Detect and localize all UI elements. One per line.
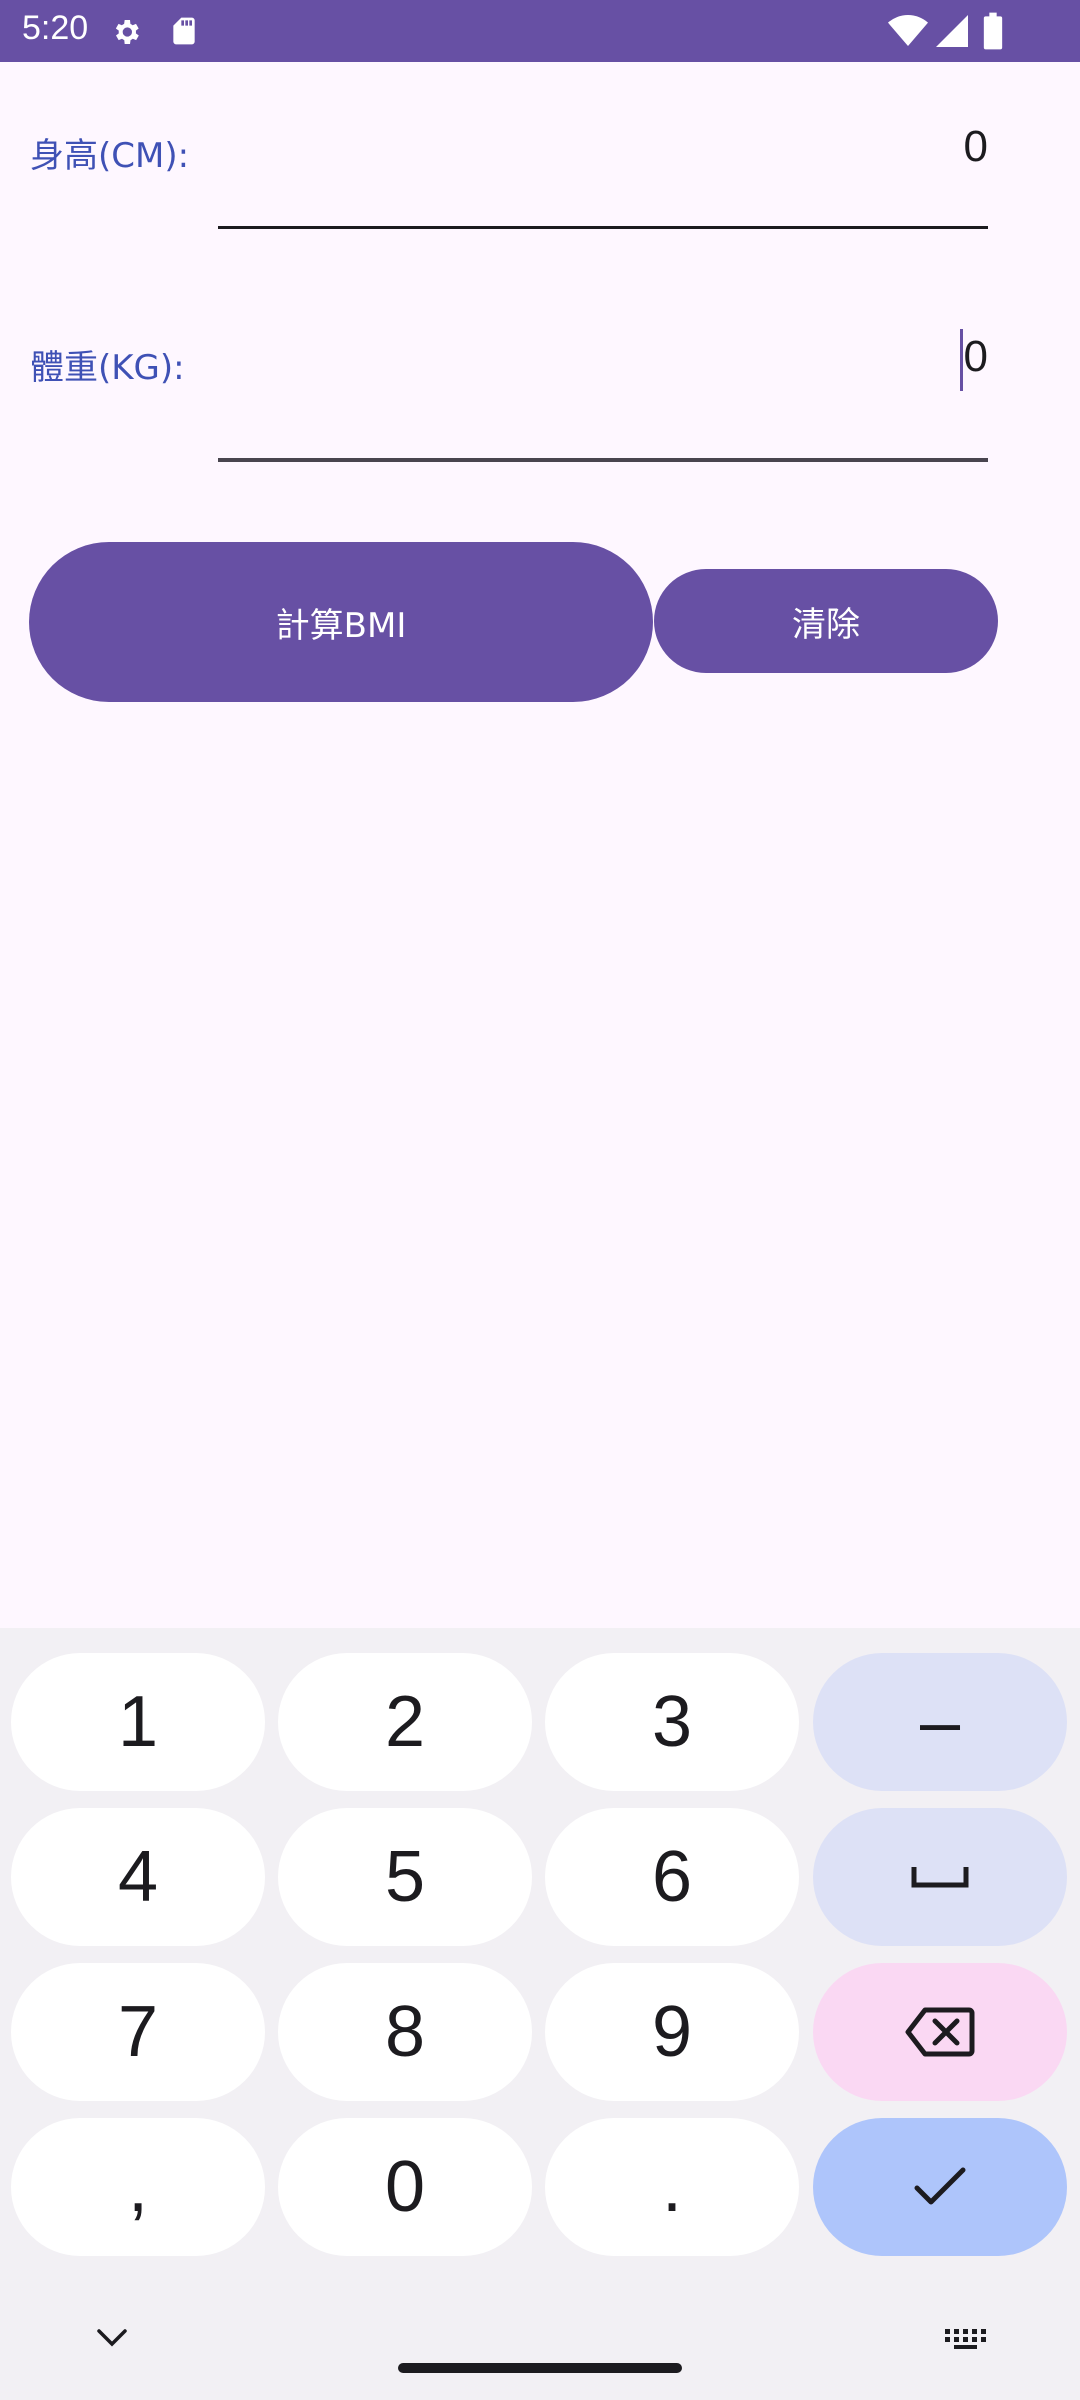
- keyboard-icon[interactable]: [944, 2328, 990, 2350]
- key-done[interactable]: [813, 2118, 1067, 2256]
- key-backspace[interactable]: [813, 1963, 1067, 2101]
- signal-icon: [936, 15, 968, 47]
- sd-card-icon: [173, 17, 195, 45]
- gear-icon: [115, 20, 139, 44]
- key-1[interactable]: 1: [11, 1653, 265, 1791]
- key-comma[interactable]: ,: [11, 2118, 265, 2256]
- key-5[interactable]: 5: [278, 1808, 532, 1946]
- key-0[interactable]: 0: [278, 2118, 532, 2256]
- height-field[interactable]: 0: [218, 110, 988, 229]
- key-space[interactable]: [813, 1808, 1067, 1946]
- space-icon: [911, 1867, 969, 1888]
- key-minus[interactable]: –: [813, 1653, 1067, 1791]
- key-period[interactable]: .: [545, 2118, 799, 2256]
- weight-field[interactable]: 0: [218, 320, 988, 462]
- weight-label: 體重(KG):: [30, 348, 185, 388]
- status-bar: 5:20: [0, 0, 1080, 62]
- weight-value[interactable]: 0: [964, 332, 988, 382]
- wifi-icon: [888, 15, 928, 46]
- battery-icon: [983, 12, 1003, 50]
- backspace-icon: [905, 2007, 975, 2057]
- clear-button[interactable]: 清除: [654, 569, 998, 673]
- status-time: 5:20: [22, 9, 89, 47]
- numeric-keyboard: 1 2 3 – 4 5 6 7 8 9 , 0 .: [0, 1628, 1080, 2400]
- key-8[interactable]: 8: [278, 1963, 532, 2101]
- key-6[interactable]: 6: [545, 1808, 799, 1946]
- calculate-bmi-button[interactable]: 計算BMI: [29, 542, 653, 702]
- checkmark-icon: [914, 2167, 966, 2205]
- key-4[interactable]: 4: [11, 1808, 265, 1946]
- home-gesture-bar[interactable]: [398, 2363, 682, 2373]
- key-7[interactable]: 7: [11, 1963, 265, 2101]
- height-label: 身高(CM):: [30, 136, 190, 176]
- key-9[interactable]: 9: [545, 1963, 799, 2101]
- key-2[interactable]: 2: [278, 1653, 532, 1791]
- key-3[interactable]: 3: [545, 1653, 799, 1791]
- chevron-down-icon[interactable]: [96, 2328, 128, 2348]
- height-value[interactable]: 0: [964, 122, 988, 172]
